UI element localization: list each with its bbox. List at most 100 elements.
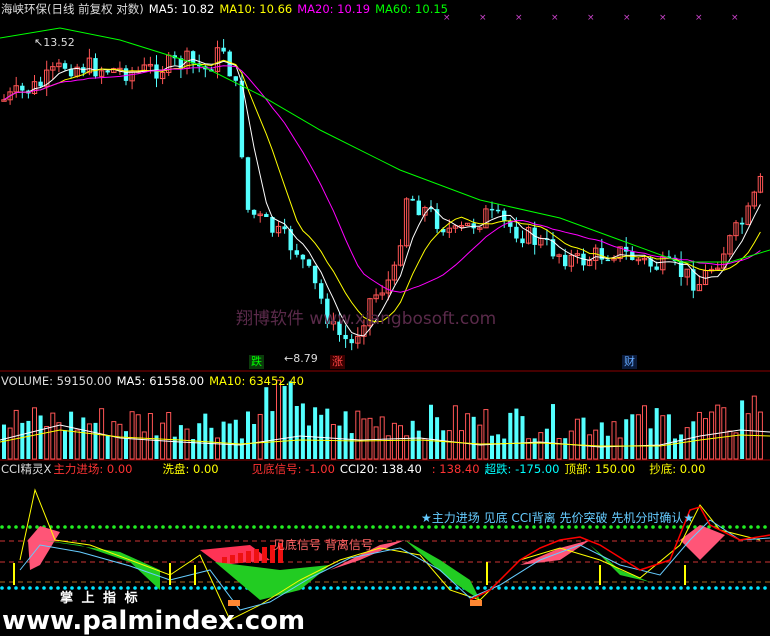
volume-bar xyxy=(288,381,293,459)
bottom-dotted-line xyxy=(63,586,67,590)
volume-bar xyxy=(270,411,275,459)
bottom-dotted-line xyxy=(763,586,767,590)
candle-body xyxy=(294,250,299,255)
top-dotted-line xyxy=(301,525,305,529)
volume-bar xyxy=(459,430,464,460)
moving-average-lines xyxy=(0,27,770,337)
bottom-dotted-line xyxy=(497,586,501,590)
top-dotted-line xyxy=(364,525,368,529)
ma60-line xyxy=(0,27,770,263)
top-dotted-line xyxy=(644,525,648,529)
candle-body xyxy=(245,157,251,210)
top-dotted-line xyxy=(651,525,655,529)
top-dotted-line xyxy=(336,525,340,529)
volume-bar xyxy=(264,387,269,459)
bottom-dotted-line xyxy=(350,586,354,590)
top-dotted-line xyxy=(140,525,144,529)
marker-x: × xyxy=(515,13,523,23)
volume-bar xyxy=(44,425,50,460)
candle xyxy=(62,60,68,71)
top-dotted-line xyxy=(574,525,578,529)
candle xyxy=(172,51,177,66)
zhuli-value: 主力进场: 0.00 xyxy=(53,462,133,476)
bottom-dotted-line xyxy=(672,586,676,590)
bottom-dotted-line xyxy=(392,586,396,590)
top-dotted-line xyxy=(735,525,739,529)
candle xyxy=(50,62,56,80)
candle xyxy=(702,264,709,286)
top-dotted-line xyxy=(98,525,102,529)
top-markers: × × × × × × × × × xyxy=(443,13,739,23)
top-dotted-line xyxy=(406,525,410,529)
candle xyxy=(477,226,483,233)
top-dotted-line xyxy=(427,525,431,529)
top-dotted-line xyxy=(462,525,466,529)
volume-bar xyxy=(593,429,599,460)
volume-bar xyxy=(69,411,74,459)
top-dotted-line xyxy=(350,525,354,529)
volume-bar xyxy=(355,410,361,460)
bottom-dotted-line xyxy=(406,586,410,590)
top-dotted-line xyxy=(70,525,74,529)
candle xyxy=(349,334,354,351)
bottom-dotted-line xyxy=(693,586,697,590)
volume-bar xyxy=(307,425,311,459)
marker-x: × xyxy=(479,13,487,23)
finance-tag[interactable]: 财 xyxy=(622,355,637,369)
candle xyxy=(270,216,275,237)
candle xyxy=(373,288,379,303)
bottom-dotted-line xyxy=(112,586,116,590)
bottom-dotted-line xyxy=(308,586,312,590)
rise-tag[interactable]: 涨 xyxy=(330,355,345,369)
footer-watermark: www.palmindex.com xyxy=(2,606,306,636)
marker-x: × xyxy=(551,13,559,23)
candle xyxy=(458,221,465,231)
candle xyxy=(300,254,306,269)
volume-bar xyxy=(526,438,532,460)
volume-bar xyxy=(496,434,501,459)
top-dotted-line xyxy=(224,525,228,529)
fall-tag[interactable]: 跌 xyxy=(249,355,264,369)
candle-body xyxy=(739,222,745,225)
top-dotted-line xyxy=(287,525,291,529)
low-price-label: ←8.79 xyxy=(284,352,318,365)
top-dotted-line xyxy=(322,525,326,529)
jiandi-value: 见底信号: -1.00 xyxy=(251,462,335,476)
candle-body xyxy=(264,214,269,218)
candle xyxy=(745,202,751,226)
candle-body xyxy=(343,334,348,340)
candle-body xyxy=(251,209,257,215)
top-dotted-line xyxy=(742,525,746,529)
palm-index-label: 掌 上 指 标 xyxy=(60,591,140,606)
ma5-value: MA5: 10.82 xyxy=(148,2,215,16)
candle xyxy=(20,82,25,99)
volume-bar xyxy=(343,411,348,459)
volume-bar xyxy=(81,417,86,459)
bottom-dotted-line xyxy=(329,586,333,590)
ma10-value: MA10: 10.66 xyxy=(219,2,293,16)
bottom-dotted-line xyxy=(49,586,53,590)
volume-bar xyxy=(502,438,507,459)
candle xyxy=(391,261,398,285)
top-dotted-line xyxy=(245,525,249,529)
volume-bar xyxy=(7,427,13,460)
volume-bar xyxy=(367,417,373,460)
volume-bar xyxy=(349,433,354,459)
marker-x: × xyxy=(623,13,631,23)
candle xyxy=(306,258,312,268)
top-dotted-line xyxy=(560,525,564,529)
candle xyxy=(586,256,593,267)
bottom-dotted-line xyxy=(581,586,585,590)
cci-green-area xyxy=(405,540,480,600)
volume-bar xyxy=(611,421,617,460)
top-dotted-line xyxy=(259,525,263,529)
bottom-dotted-line xyxy=(609,586,613,590)
bottom-dotted-line xyxy=(336,586,340,590)
candle xyxy=(190,50,196,74)
top-dotted-line xyxy=(455,525,459,529)
top-dotted-line xyxy=(168,525,172,529)
top-dotted-line xyxy=(483,525,487,529)
top-dotted-line xyxy=(749,525,753,529)
volume-bar xyxy=(422,438,428,460)
top-dotted-line xyxy=(588,525,592,529)
